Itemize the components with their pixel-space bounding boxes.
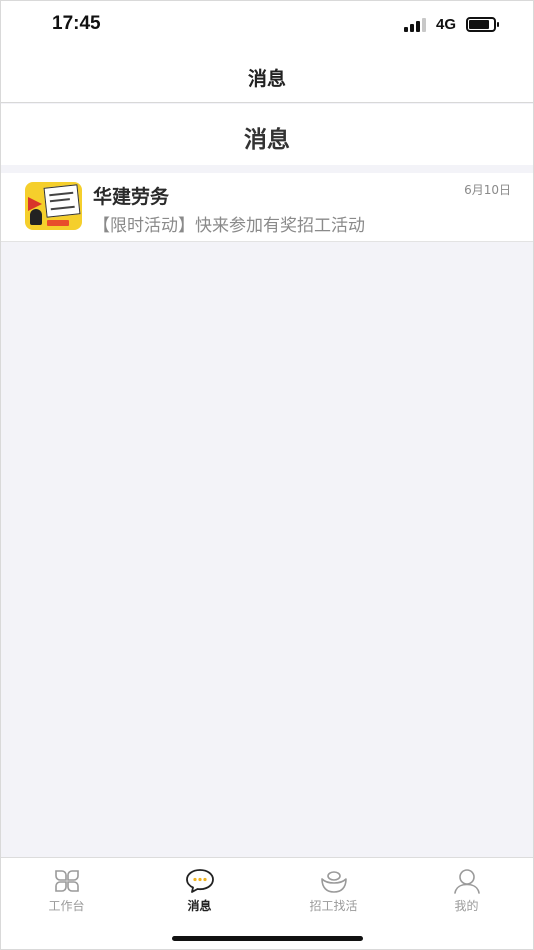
page-title: 消息	[244, 127, 290, 153]
message-preview: 【限时活动】快来参加有奖招工活动	[93, 216, 365, 236]
ingot-icon	[320, 871, 347, 893]
nav-title: 消息	[247, 68, 286, 90]
message-sender: 华建劳务	[93, 186, 170, 208]
status-time: 17:45	[52, 13, 101, 34]
status-bar: 17:45 4G	[0, 0, 534, 52]
nav-bar: 消息	[0, 52, 534, 103]
signal-bars-icon	[404, 18, 430, 32]
person-icon	[453, 869, 480, 894]
message-list: 华建劳务 【限时活动】快来参加有奖招工活动 6月10日	[0, 173, 534, 242]
tab-workbench[interactable]: 工作台	[0, 858, 133, 918]
tab-profile[interactable]: 我的	[400, 858, 533, 918]
message-item[interactable]: 华建劳务 【限时活动】快来参加有奖招工活动 6月10日	[0, 173, 534, 242]
tab-label: 工作台	[48, 899, 85, 913]
page-heading: 消息	[0, 104, 534, 165]
grid-petals-icon	[54, 870, 79, 892]
tab-label: 我的	[454, 899, 479, 913]
tab-label: 招工找活	[309, 899, 358, 913]
message-date: 6月10日	[464, 183, 511, 197]
battery-icon	[466, 17, 499, 32]
network-type: 4G	[436, 16, 457, 33]
home-indicator	[172, 936, 363, 941]
chat-bubble-icon	[185, 869, 214, 893]
tab-label: 消息	[187, 899, 212, 913]
tab-messages[interactable]: 消息	[133, 858, 266, 918]
tab-recruit[interactable]: 招工找活	[267, 858, 400, 918]
recruitment-megaphone-avatar	[25, 182, 82, 230]
